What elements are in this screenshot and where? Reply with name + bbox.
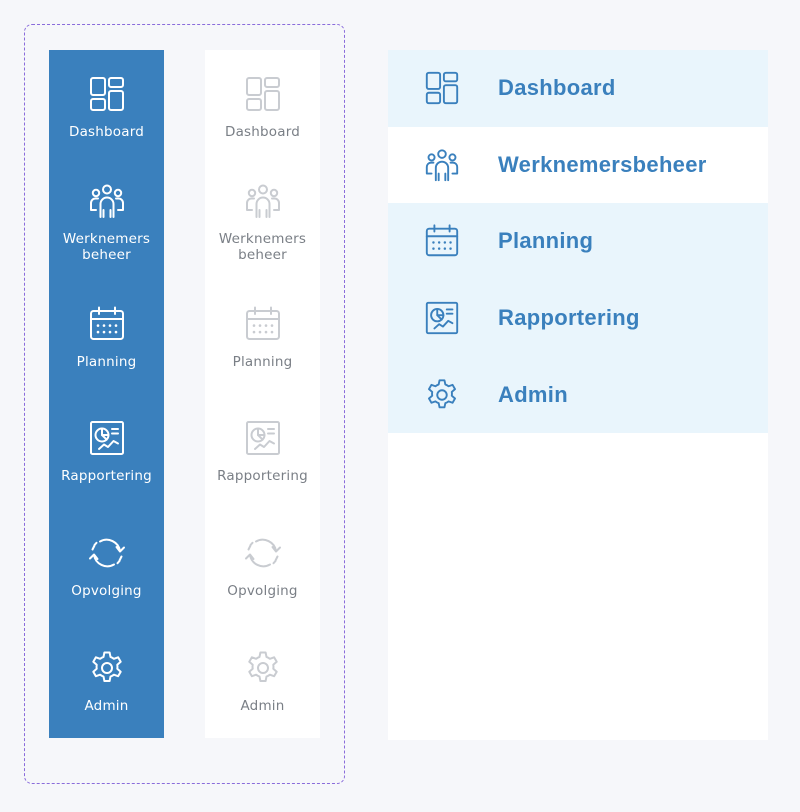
- sidebar-item-opvolging[interactable]: Opvolging: [205, 509, 320, 624]
- sidebar-blue: Dashboard Werknemers beheer Planning Rap…: [49, 50, 164, 738]
- sidebar-item-werknemers-beheer[interactable]: Werknemers beheer: [205, 165, 320, 280]
- calendar-icon: [87, 304, 127, 344]
- label-line-1: Werknemers: [218, 230, 307, 247]
- calendar-icon: [243, 304, 283, 344]
- sidebar-item-label: Planning: [76, 353, 137, 370]
- users-icon: [423, 146, 461, 184]
- sidebar-item-label: Admin: [84, 697, 129, 714]
- sidebar-item-rapportering[interactable]: Rapportering: [205, 394, 320, 509]
- dashboard-icon: [423, 69, 461, 107]
- report-icon: [87, 418, 127, 458]
- sidebar-item-label: Dashboard: [224, 124, 301, 141]
- label-line-2: beheer: [238, 246, 287, 263]
- menu-item-label: Rapportering: [498, 305, 640, 331]
- gear-icon: [423, 376, 461, 414]
- menu-item-label: Planning: [498, 228, 594, 254]
- menu-item-admin[interactable]: Admin: [388, 356, 768, 433]
- menu-item-label: Werknemersbeheer: [498, 151, 707, 177]
- sidebar-item-rapportering[interactable]: Rapportering: [49, 394, 164, 509]
- sidebar-item-planning[interactable]: Planning: [205, 279, 320, 394]
- expanded-menu: Dashboard Werknemersbeheer Planning Rapp…: [388, 50, 768, 740]
- label-line-2: beheer: [82, 246, 131, 263]
- menu-item-rapportering[interactable]: Rapportering: [388, 279, 768, 357]
- calendar-icon: [423, 222, 461, 260]
- sidebar-item-label: Rapportering: [217, 468, 308, 485]
- sidebar-white: Dashboard Werknemers beheer Planning Rap…: [205, 50, 320, 738]
- sidebar-item-label: Werknemers beheer: [54, 231, 159, 263]
- refresh-icon: [243, 533, 283, 573]
- menu-item-label: Admin: [498, 381, 568, 407]
- sidebar-item-label: Planning: [232, 353, 293, 370]
- report-icon: [243, 418, 283, 458]
- dashboard-icon: [243, 74, 283, 114]
- dashboard-icon: [87, 74, 127, 114]
- gear-icon: [87, 648, 127, 688]
- sidebar-item-label: Dashboard: [68, 124, 145, 141]
- sidebar-item-label: Werknemers beheer: [210, 231, 315, 263]
- report-icon: [423, 299, 461, 337]
- menu-item-werknemersbeheer[interactable]: Werknemersbeheer: [388, 127, 768, 204]
- sidebar-item-dashboard[interactable]: Dashboard: [205, 50, 320, 165]
- sidebar-item-admin[interactable]: Admin: [205, 623, 320, 738]
- menu-item-planning[interactable]: Planning: [388, 203, 768, 280]
- menu-item-label: Dashboard: [498, 75, 616, 101]
- sidebar-item-label: Rapportering: [61, 468, 152, 485]
- gear-icon: [243, 648, 283, 688]
- refresh-icon: [87, 533, 127, 573]
- users-icon: [87, 181, 127, 221]
- sidebar-item-planning[interactable]: Planning: [49, 279, 164, 394]
- sidebar-item-label: Opvolging: [71, 582, 142, 599]
- sidebar-item-label: Opvolging: [227, 582, 298, 599]
- sidebar-item-label: Admin: [240, 697, 285, 714]
- users-icon: [243, 181, 283, 221]
- sidebar-item-opvolging[interactable]: Opvolging: [49, 509, 164, 624]
- sidebar-item-dashboard[interactable]: Dashboard: [49, 50, 164, 165]
- menu-item-dashboard[interactable]: Dashboard: [388, 50, 768, 127]
- sidebar-item-admin[interactable]: Admin: [49, 623, 164, 738]
- label-line-1: Werknemers: [62, 230, 151, 247]
- sidebar-item-werknemers-beheer[interactable]: Werknemers beheer: [49, 165, 164, 280]
